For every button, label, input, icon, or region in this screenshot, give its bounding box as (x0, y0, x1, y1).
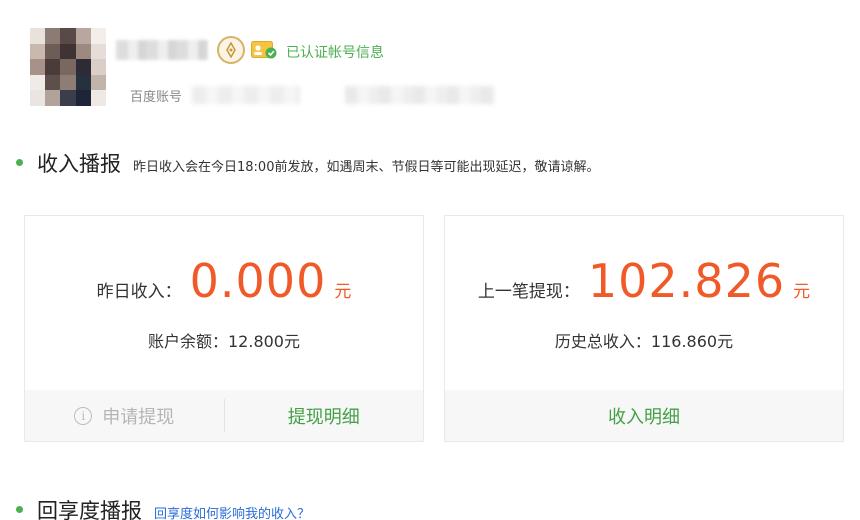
total-income: 历史总收入：116.860元 (554, 332, 734, 351)
section-title: 收入播报 (37, 152, 121, 176)
account-balance: 账户余额：12.800元 (148, 332, 300, 351)
account-id-blurred (192, 86, 300, 104)
yesterday-income-card: 昨日收入： 0.000 元 账户余额：12.800元 i 申请提现 提现明细 (24, 215, 424, 442)
last-withdraw-unit: 元 (793, 282, 811, 302)
yesterday-income-value: 0.000 (189, 254, 327, 308)
yesterday-income-unit: 元 (334, 282, 352, 302)
yesterday-income-label: 昨日收入： (96, 282, 182, 302)
apply-withdraw-button[interactable]: i 申请提现 (25, 390, 224, 441)
last-withdraw-value: 102.826 (587, 254, 786, 308)
verified-card-icon (251, 41, 277, 59)
pen-badge-icon (217, 36, 245, 64)
section-title: 回享度播报 (37, 499, 142, 520)
last-withdraw-card: 上一笔提现： 102.826 元 历史总收入：116.860元 收入明细 (444, 215, 844, 442)
apply-withdraw-label: 申请提现 (102, 406, 175, 428)
share-help-link[interactable]: 回享度如何影响我的收入？ (154, 503, 310, 520)
withdraw-detail-button[interactable]: 提现明细 (225, 390, 424, 441)
info-icon: i (74, 406, 93, 425)
account-label: 百度账号 (130, 90, 183, 105)
income-detail-button[interactable]: 收入明细 (445, 390, 843, 441)
bullet-dot-icon (16, 506, 23, 513)
bullet-dot-icon (16, 159, 23, 166)
username-blurred (116, 40, 208, 60)
share-section-header: 回享度播报 回享度如何影响我的收入？ (16, 495, 310, 520)
income-section-header: 收入播报 昨日收入会在今日18:00前发放，如遇周末、节假日等可能出现延迟，敬请… (16, 148, 599, 178)
account-extra-blurred (345, 86, 495, 104)
last-withdraw-label: 上一笔提现： (477, 282, 580, 302)
section-note: 昨日收入会在今日18:00前发放，如遇周末、节假日等可能出现延迟，敬请谅解。 (133, 160, 600, 175)
avatar (30, 28, 106, 106)
verified-account-link[interactable]: 已认证帐号信息 (286, 42, 384, 62)
